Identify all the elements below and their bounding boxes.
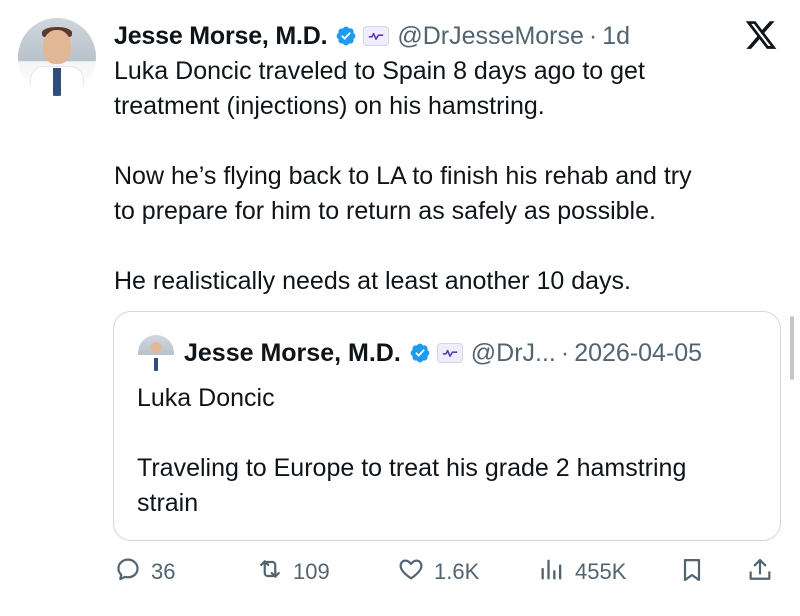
- reply-count: 36: [151, 559, 176, 584]
- tweet-text: Luka Doncic traveled to Spain 8 days ago…: [114, 57, 692, 295]
- avatar-tie: [154, 358, 158, 371]
- quoted-tweet[interactable]: Jesse Morse, M.D. @DrJ... · 2026-04-05 L…: [113, 311, 781, 541]
- reply-icon: [114, 555, 142, 589]
- repost-icon: [256, 555, 284, 589]
- bookmark-button[interactable]: [678, 554, 706, 590]
- separator-dot: ·: [588, 21, 598, 50]
- separator-dot: ·: [560, 338, 570, 367]
- author-name[interactable]: Jesse Morse, M.D.: [114, 22, 328, 51]
- tweet-header: Jesse Morse, M.D. @DrJesseMorse · 1d: [114, 18, 630, 54]
- quoted-author-handle[interactable]: @DrJ...: [471, 339, 556, 368]
- affiliate-badge-icon[interactable]: [436, 343, 463, 363]
- action-bar: 36 109 1.6K 455K: [114, 554, 784, 590]
- repost-count: 109: [293, 559, 330, 584]
- heart-icon: [397, 555, 425, 589]
- avatar-head: [43, 30, 71, 64]
- scrollbar[interactable]: [790, 316, 794, 380]
- x-logo-icon[interactable]: [744, 18, 778, 52]
- share-button[interactable]: [746, 554, 774, 590]
- author-avatar[interactable]: [18, 18, 96, 96]
- quoted-tweet-text: Luka Doncic Traveling to Europe to treat…: [137, 384, 687, 517]
- like-count: 1.6K: [434, 559, 480, 584]
- reply-button[interactable]: 36: [114, 554, 175, 590]
- avatar-tie: [53, 68, 61, 96]
- quoted-author-name[interactable]: Jesse Morse, M.D.: [184, 339, 401, 368]
- quoted-tweet-header: Jesse Morse, M.D. @DrJ... · 2026-04-05: [184, 335, 702, 371]
- verified-badge-icon[interactable]: [409, 342, 431, 364]
- verified-badge-icon[interactable]: [335, 25, 357, 47]
- views-button[interactable]: 455K: [538, 554, 626, 590]
- quoted-tweet-date[interactable]: 2026-04-05: [574, 339, 702, 368]
- bookmark-icon: [678, 556, 706, 589]
- repost-button[interactable]: 109: [256, 554, 330, 590]
- share-icon: [746, 556, 774, 589]
- author-handle[interactable]: @DrJesseMorse: [397, 22, 584, 51]
- affiliate-badge-icon[interactable]: [363, 26, 390, 46]
- views-icon: [538, 555, 566, 589]
- views-count: 455K: [575, 559, 627, 584]
- quoted-author-avatar[interactable]: [138, 335, 174, 371]
- like-button[interactable]: 1.6K: [397, 554, 479, 590]
- tweet-time[interactable]: 1d: [602, 22, 630, 51]
